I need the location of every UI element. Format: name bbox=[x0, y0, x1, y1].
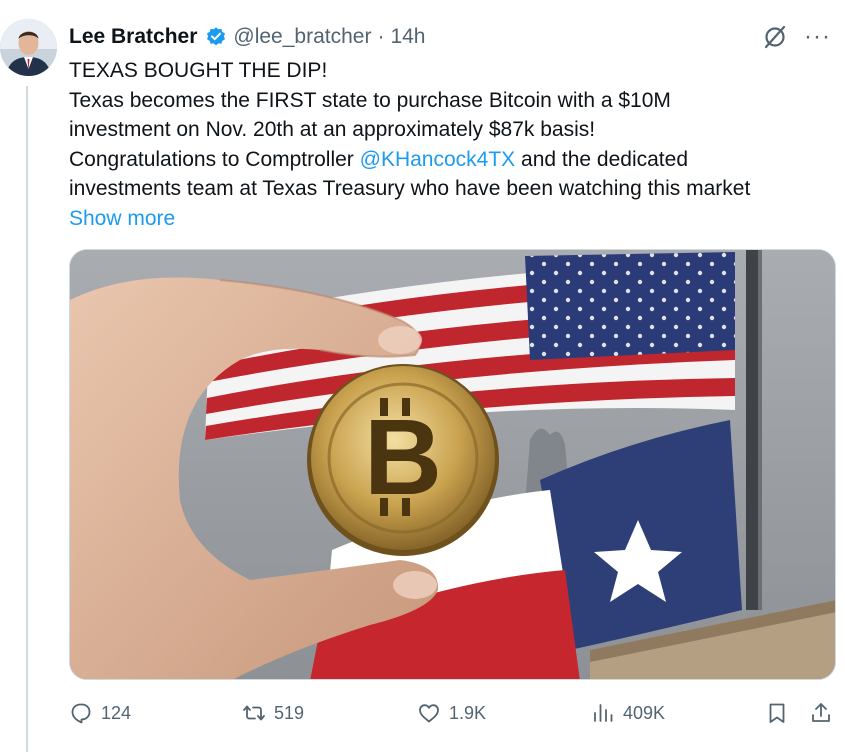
mention-link[interactable]: @KHancock4TX bbox=[360, 148, 516, 171]
view-count: 409K bbox=[623, 702, 666, 723]
grok-icon[interactable] bbox=[762, 24, 788, 50]
action-bar: 124 519 1.9K 409K bbox=[69, 696, 835, 730]
views-chart-icon bbox=[594, 704, 613, 722]
bookmark-button[interactable] bbox=[765, 696, 789, 730]
more-options-icon[interactable]: ··· bbox=[804, 25, 831, 49]
bitcoin-flags-photo: B bbox=[70, 250, 835, 679]
like-count: 1.9K bbox=[449, 702, 487, 723]
avatar-image bbox=[0, 19, 57, 76]
repost-button[interactable]: 519 bbox=[242, 696, 304, 730]
bitcoin-coin: B bbox=[307, 364, 499, 556]
repost-count: 519 bbox=[274, 702, 305, 723]
tweet-line-4-prefix: Congratulations to Comptroller bbox=[69, 147, 360, 171]
tweet-line-5: investments team at Texas Treasury who h… bbox=[69, 177, 751, 200]
tweet-line-1: TEXAS BOUGHT THE DIP! bbox=[69, 59, 328, 82]
tweet-line-4-suffix: and the dedicated bbox=[515, 147, 688, 171]
tweet: Lee Bratcher @lee_bratcher · 14h ··· TEX… bbox=[0, 0, 845, 752]
tweet-line-4: Congratulations to Comptroller @KHancock… bbox=[69, 145, 829, 175]
reply-count: 124 bbox=[101, 702, 132, 723]
heart-icon bbox=[419, 704, 439, 723]
tweet-header: Lee Bratcher @lee_bratcher · 14h bbox=[69, 22, 426, 52]
reply-icon bbox=[71, 703, 91, 724]
thread-line bbox=[26, 86, 28, 752]
separator-dot: · bbox=[377, 25, 385, 48]
display-name[interactable]: Lee Bratcher bbox=[69, 25, 197, 49]
show-more-link[interactable]: Show more bbox=[69, 204, 829, 234]
top-actions: ··· bbox=[762, 22, 831, 52]
reply-button[interactable]: 124 bbox=[69, 696, 131, 730]
like-button[interactable]: 1.9K bbox=[417, 696, 486, 730]
tweet-line-2: Texas becomes the FIRST state to purchas… bbox=[69, 88, 671, 112]
tweet-media-image[interactable]: B bbox=[69, 249, 836, 680]
views-button[interactable]: 409K bbox=[591, 696, 665, 730]
verified-badge-icon[interactable] bbox=[205, 26, 227, 48]
avatar[interactable] bbox=[0, 19, 57, 76]
bookmark-icon bbox=[769, 703, 785, 723]
repost-icon bbox=[243, 705, 265, 721]
tweet-text: TEXAS BOUGHT THE DIP! Texas becomes the … bbox=[69, 56, 829, 233]
share-button[interactable] bbox=[809, 696, 833, 730]
user-handle[interactable]: @lee_bratcher bbox=[233, 25, 371, 49]
share-icon bbox=[812, 703, 830, 722]
timestamp[interactable]: 14h bbox=[390, 25, 425, 49]
tweet-line-3: investment on Nov. 20th at an approximat… bbox=[69, 118, 596, 141]
